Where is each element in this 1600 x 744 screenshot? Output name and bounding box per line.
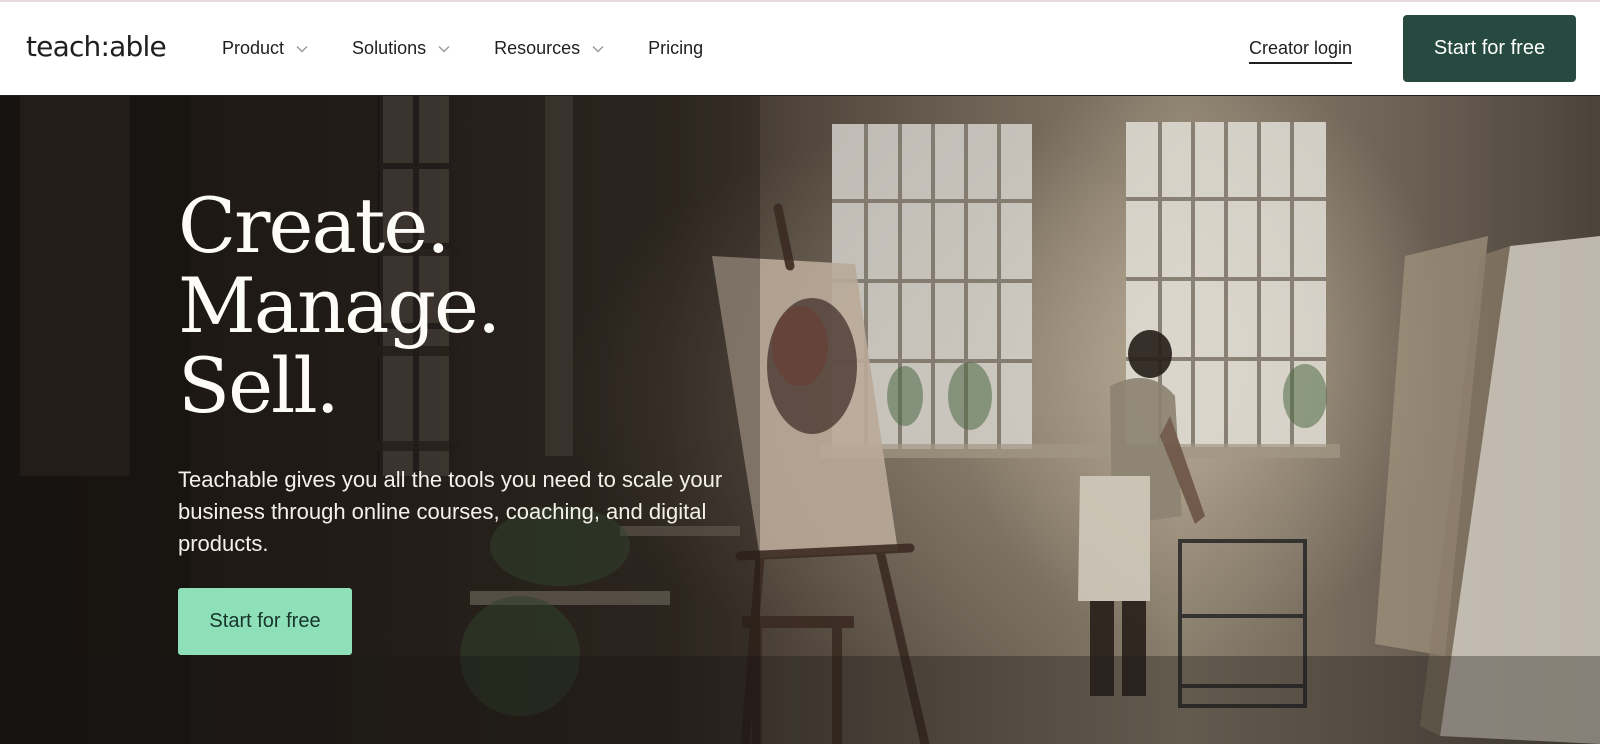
hero-copy: Create. Manage. Sell. Teachable gives yo…	[178, 186, 738, 560]
nav-item-label: Solutions	[352, 38, 427, 58]
teachable-logo[interactable]: teach:able	[26, 30, 167, 63]
chevron-down-icon	[296, 45, 308, 53]
main-menu: Product Solutions Resources Pricing	[222, 38, 747, 59]
creator-login-link[interactable]: Creator login	[1249, 38, 1353, 64]
nav-item-pricing[interactable]: Pricing	[648, 38, 703, 59]
headline-line: Create.	[178, 181, 450, 270]
nav-item-label: Product	[222, 38, 285, 58]
headline-line: Manage.	[178, 261, 501, 350]
nav-item-label: Resources	[494, 38, 581, 58]
start-for-free-button-hero[interactable]: Start for free	[178, 588, 352, 655]
hero-subcopy: Teachable gives you all the tools you ne…	[178, 467, 723, 556]
hero-section: Create. Manage. Sell. Teachable gives yo…	[0, 96, 1600, 744]
chevron-down-icon	[592, 45, 604, 53]
nav-item-label: Pricing	[648, 38, 704, 58]
start-for-free-button-nav[interactable]: Start for free	[1403, 15, 1576, 82]
hero-headline: Create. Manage. Sell.	[178, 186, 738, 426]
nav-item-product[interactable]: Product	[222, 38, 308, 59]
top-navigation-bar: teach:able Product Solutions Resources P…	[0, 2, 1600, 96]
chevron-down-icon	[438, 45, 450, 53]
headline-line: Sell.	[178, 341, 340, 430]
nav-item-resources[interactable]: Resources	[494, 38, 604, 59]
nav-item-solutions[interactable]: Solutions	[352, 38, 450, 59]
